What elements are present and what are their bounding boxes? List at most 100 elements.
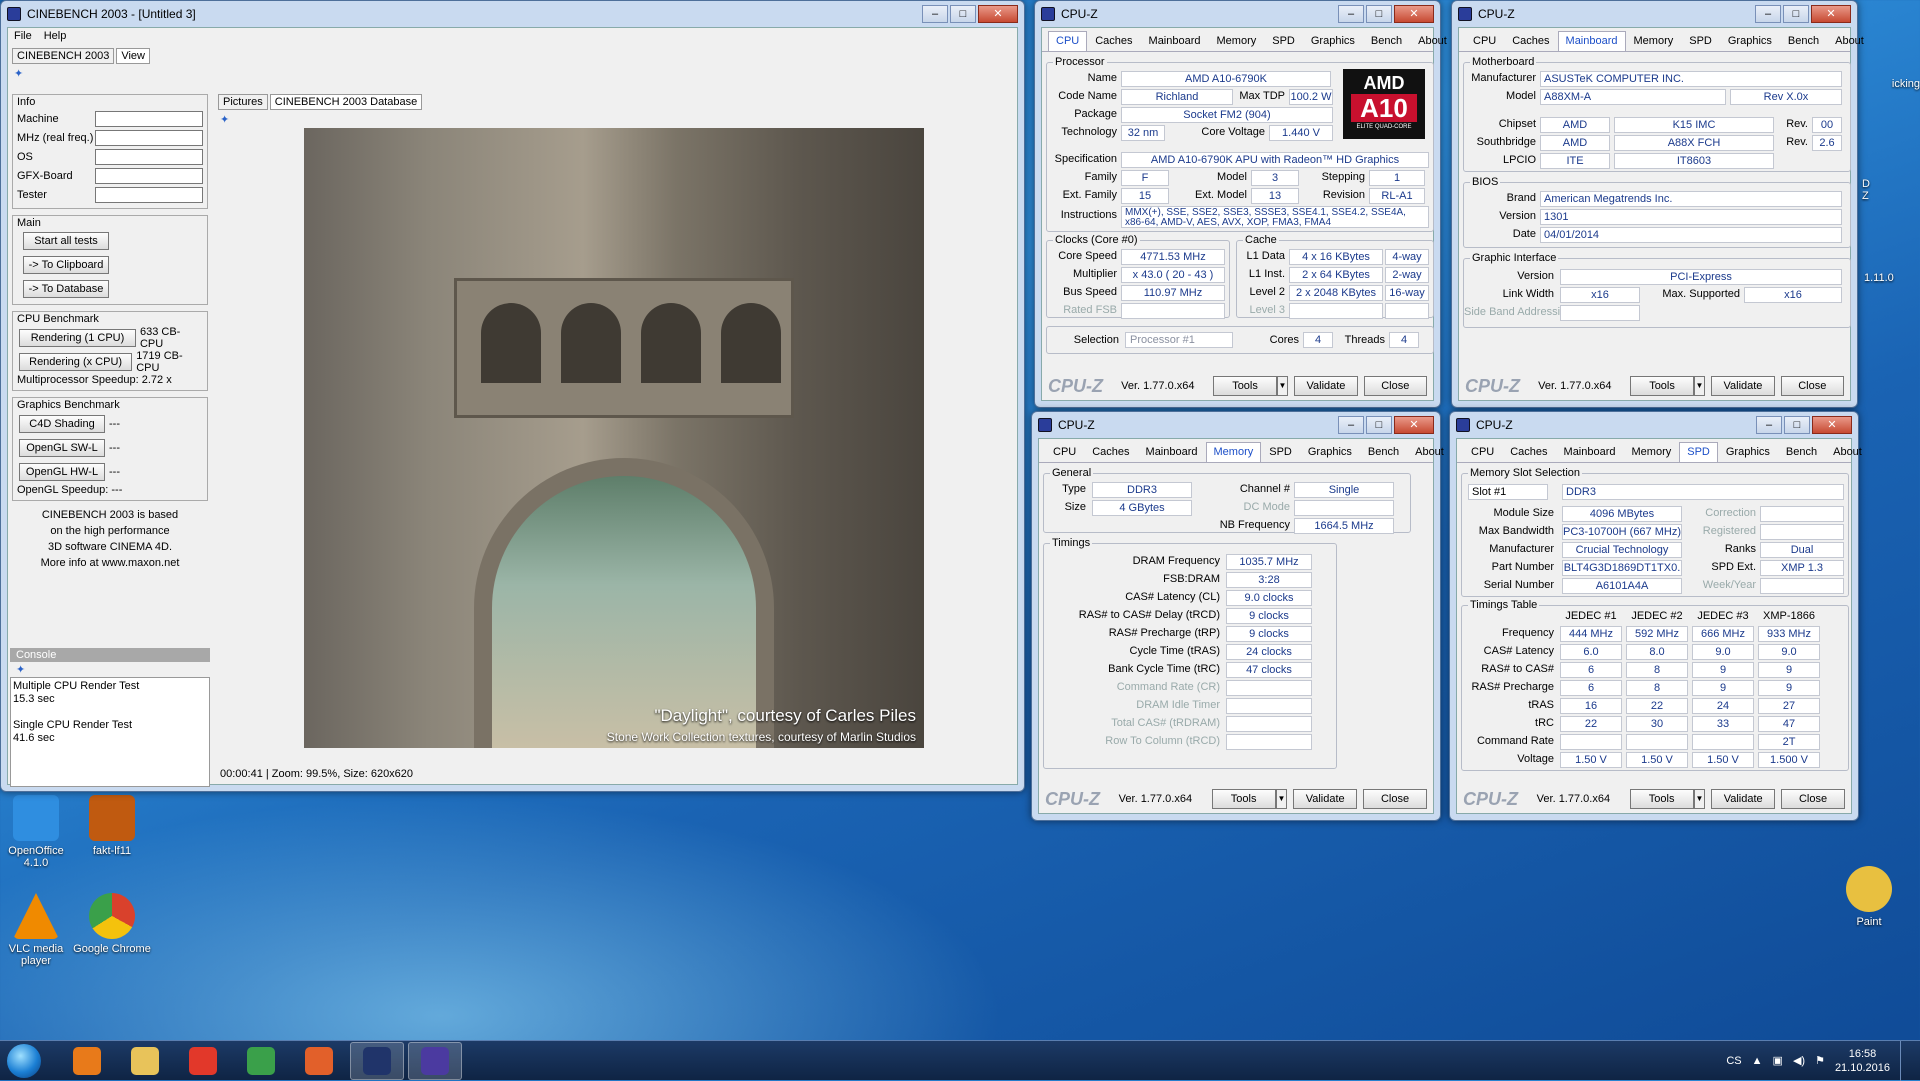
taskbar-item-explorer[interactable] <box>118 1042 172 1080</box>
to-clipboard-button[interactable]: -> To Clipboard <box>23 256 109 274</box>
minimize-button[interactable]: – <box>1338 416 1364 434</box>
desktop-icon-paint[interactable]: Paint <box>1829 866 1909 928</box>
c4d-shading-button[interactable]: C4D Shading <box>19 415 105 433</box>
tools-button[interactable]: Tools <box>1629 789 1694 809</box>
taskbar-item-cinebench[interactable] <box>350 1041 404 1080</box>
mhz-input[interactable] <box>95 129 203 146</box>
tools-dropdown-icon[interactable]: ▼ <box>1275 789 1288 809</box>
close-button[interactable]: ✕ <box>1394 5 1434 23</box>
opengl-hwl-button[interactable]: OpenGL HW-L <box>19 463 105 481</box>
desktop-icon-vlc[interactable]: VLC media player <box>0 893 76 967</box>
tab-bench[interactable]: Bench <box>1363 31 1410 51</box>
taskbar-item-firefox[interactable] <box>292 1042 346 1080</box>
tab-cpu[interactable]: CPU <box>1045 442 1084 462</box>
close-button[interactable]: ✕ <box>978 5 1018 23</box>
tab-mainboard[interactable]: Mainboard <box>1138 442 1206 462</box>
validate-button[interactable]: Validate <box>1711 789 1776 809</box>
rendering-xcpu-button[interactable]: Rendering (x CPU) <box>19 353 133 371</box>
tab-bench[interactable]: Bench <box>1360 442 1407 462</box>
maximize-button[interactable]: □ <box>1366 5 1392 23</box>
close-app-button[interactable]: Close <box>1363 376 1427 396</box>
network-icon[interactable]: ▣ <box>1773 1054 1783 1067</box>
close-button[interactable]: ✕ <box>1811 5 1851 23</box>
desktop-icon-openoffice[interactable]: OpenOffice 4.1.0 <box>0 795 76 869</box>
minimize-button[interactable]: – <box>922 5 948 23</box>
validate-button[interactable]: Validate <box>1711 376 1775 396</box>
close-button[interactable]: ✕ <box>1812 416 1852 434</box>
tab-caches[interactable]: Caches <box>1087 31 1140 51</box>
tab-memory[interactable]: Memory <box>1205 442 1262 462</box>
gfx-input[interactable] <box>95 167 203 184</box>
tab-graphics[interactable]: Graphics <box>1720 31 1780 51</box>
picture-pin-icon[interactable]: ✦ <box>214 112 1015 127</box>
slot-select[interactable]: Slot #1 <box>1468 484 1548 500</box>
opengl-swl-button[interactable]: OpenGL SW-L <box>19 439 105 457</box>
taskbar-item-app-red[interactable] <box>176 1042 230 1080</box>
volume-icon[interactable]: ◀) <box>1793 1054 1805 1067</box>
tools-button[interactable]: Tools <box>1213 376 1277 396</box>
os-input[interactable] <box>95 148 203 165</box>
tab-about[interactable]: About <box>1407 442 1452 462</box>
maximize-button[interactable]: □ <box>1783 5 1809 23</box>
tab-about[interactable]: About <box>1410 31 1455 51</box>
tab-memory[interactable]: Memory <box>1626 31 1682 51</box>
show-desktop-button[interactable] <box>1900 1040 1912 1081</box>
tools-dropdown-icon[interactable]: ▼ <box>1693 376 1706 396</box>
maximize-button[interactable]: □ <box>950 5 976 23</box>
tab-mainboard[interactable]: Mainboard <box>1141 31 1209 51</box>
tab-graphics[interactable]: Graphics <box>1718 442 1778 462</box>
tab-bench[interactable]: Bench <box>1778 442 1825 462</box>
minimize-button[interactable]: – <box>1755 5 1781 23</box>
processor-select[interactable]: Processor #1 <box>1125 332 1233 348</box>
tab-bench[interactable]: Bench <box>1780 31 1827 51</box>
tab-view[interactable]: View <box>116 48 150 64</box>
tab-spd[interactable]: SPD <box>1681 31 1720 51</box>
tools-button[interactable]: Tools <box>1211 789 1276 809</box>
cpuz-titlebar[interactable]: CPU-Z – □ ✕ <box>1450 412 1858 438</box>
tab-spd[interactable]: SPD <box>1679 442 1718 462</box>
taskbar-item-chrome[interactable] <box>234 1042 288 1080</box>
close-app-button[interactable]: Close <box>1780 376 1844 396</box>
close-app-button[interactable]: Close <box>1363 789 1427 809</box>
tab-caches[interactable]: Caches <box>1502 442 1555 462</box>
tray-arrow-icon[interactable]: ▲ <box>1752 1055 1763 1067</box>
console-pin-icon[interactable]: ✦ <box>10 662 210 677</box>
minimize-button[interactable]: – <box>1338 5 1364 23</box>
tab-spd[interactable]: SPD <box>1261 442 1300 462</box>
validate-button[interactable]: Validate <box>1293 789 1358 809</box>
maximize-button[interactable]: □ <box>1784 416 1810 434</box>
tools-button[interactable]: Tools <box>1630 376 1694 396</box>
start-all-tests-button[interactable]: Start all tests <box>23 232 109 250</box>
pin-icon[interactable]: ✦ <box>8 66 1017 81</box>
tools-dropdown-icon[interactable]: ▼ <box>1693 789 1706 809</box>
tab-caches[interactable]: Caches <box>1504 31 1557 51</box>
to-database-button[interactable]: -> To Database <box>23 280 109 298</box>
tab-graphics[interactable]: Graphics <box>1303 31 1363 51</box>
minimize-button[interactable]: – <box>1756 416 1782 434</box>
cpuz-titlebar[interactable]: CPU-Z – □ ✕ <box>1452 1 1857 27</box>
tab-about[interactable]: About <box>1825 442 1870 462</box>
cinebench-titlebar[interactable]: CINEBENCH 2003 - [Untitled 3] – □ ✕ <box>1 1 1024 27</box>
cpuz-titlebar[interactable]: CPU-Z – □ ✕ <box>1032 412 1440 438</box>
taskbar-item-cpu-z[interactable] <box>408 1041 462 1080</box>
desktop-icon-fakt[interactable]: fakt-lf11 <box>72 795 152 857</box>
tab-cpu[interactable]: CPU <box>1463 442 1502 462</box>
tab-graphics[interactable]: Graphics <box>1300 442 1360 462</box>
taskbar-item-media-player[interactable] <box>60 1042 114 1080</box>
tools-dropdown-icon[interactable]: ▼ <box>1276 376 1289 396</box>
tab-cpu[interactable]: CPU <box>1048 31 1088 51</box>
tab-mainboard[interactable]: Mainboard <box>1557 31 1626 51</box>
cpuz-titlebar[interactable]: CPU-Z – □ ✕ <box>1035 1 1440 27</box>
tester-input[interactable] <box>95 186 203 203</box>
tab-database[interactable]: CINEBENCH 2003 Database <box>269 94 423 110</box>
close-app-button[interactable]: Close <box>1781 789 1845 809</box>
tab-caches[interactable]: Caches <box>1084 442 1137 462</box>
tab-pictures[interactable]: Pictures <box>218 94 268 110</box>
desktop-icon-chrome[interactable]: Google Chrome <box>72 893 152 955</box>
validate-button[interactable]: Validate <box>1294 376 1358 396</box>
tab-mainboard[interactable]: Mainboard <box>1556 442 1624 462</box>
tab-cpu[interactable]: CPU <box>1465 31 1504 51</box>
menu-file[interactable]: File <box>14 30 32 44</box>
tab-spd[interactable]: SPD <box>1264 31 1303 51</box>
machine-input[interactable] <box>95 110 203 127</box>
